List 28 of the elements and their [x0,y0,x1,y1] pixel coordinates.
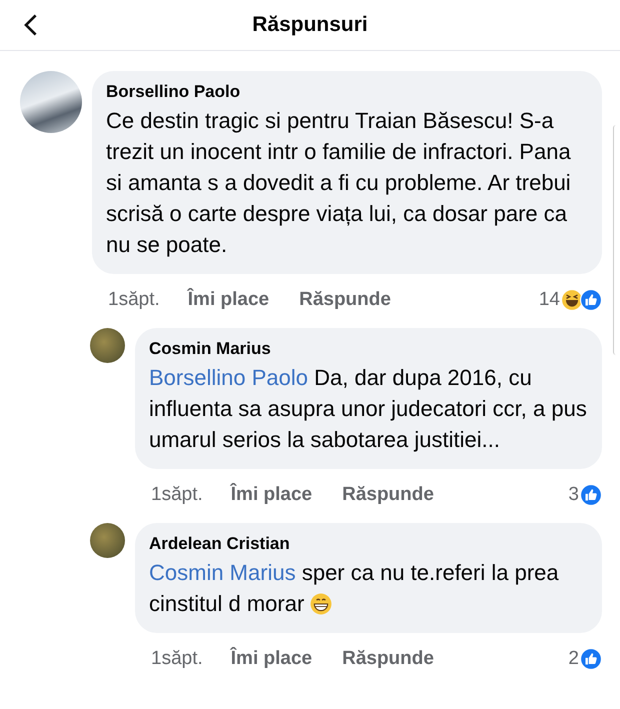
avatar-photo-placeholder [90,523,125,558]
timestamp: 1săpt. [108,289,160,311]
reply-link[interactable]: Răspunde [342,484,434,506]
reaction-count: 3 [568,484,579,506]
timestamp: 1săpt. [151,484,203,506]
like-link[interactable]: Îmi place [230,484,312,506]
like-reaction-icon [580,648,602,670]
comment-text: Borsellino Paolo Da, dar dupa 2016, cu influenta sa asupra unor judecatori ccr, a pus umarul serios la sabotarea justitiei... [149,364,588,454]
author-name[interactable]: Cosmin Marius [149,338,588,360]
page-title: Răspunsuri [252,13,368,37]
comment-text: Cosmin Marius sper ca nu te.referi la prea cinstitul d morar [149,559,560,618]
reaction-count: 2 [568,648,579,670]
timestamp: 1săpt. [151,648,203,670]
avatar-photo-placeholder [90,328,125,363]
grinning-face-icon [310,593,332,615]
reaction-count: 14 [538,289,560,311]
like-link[interactable]: Îmi place [188,289,270,311]
mention-link[interactable]: Borsellino Paolo [149,365,308,390]
reply-link[interactable]: Răspunde [299,289,391,311]
author-name[interactable]: Borsellino Paolo [106,81,588,103]
author-name[interactable]: Ardelean Cristian [149,533,588,555]
comment-text: Ce destin tragic si pentru Traian Băsescu! S-a trezit un inocent intr o familie de infractori. Pana si amanta s a dovedit a fi cu probleme. Ar trebui scrisă o carte despre viața lui, ca dosar pare ca nu se poate. [106,107,572,259]
reply-link[interactable]: Răspunde [342,648,434,670]
like-link[interactable]: Îmi place [230,648,312,670]
laughing-face-icon [561,289,583,311]
like-reaction-icon [580,289,602,311]
like-reaction-icon [580,484,602,506]
mention-link[interactable]: Cosmin Marius [149,560,296,585]
